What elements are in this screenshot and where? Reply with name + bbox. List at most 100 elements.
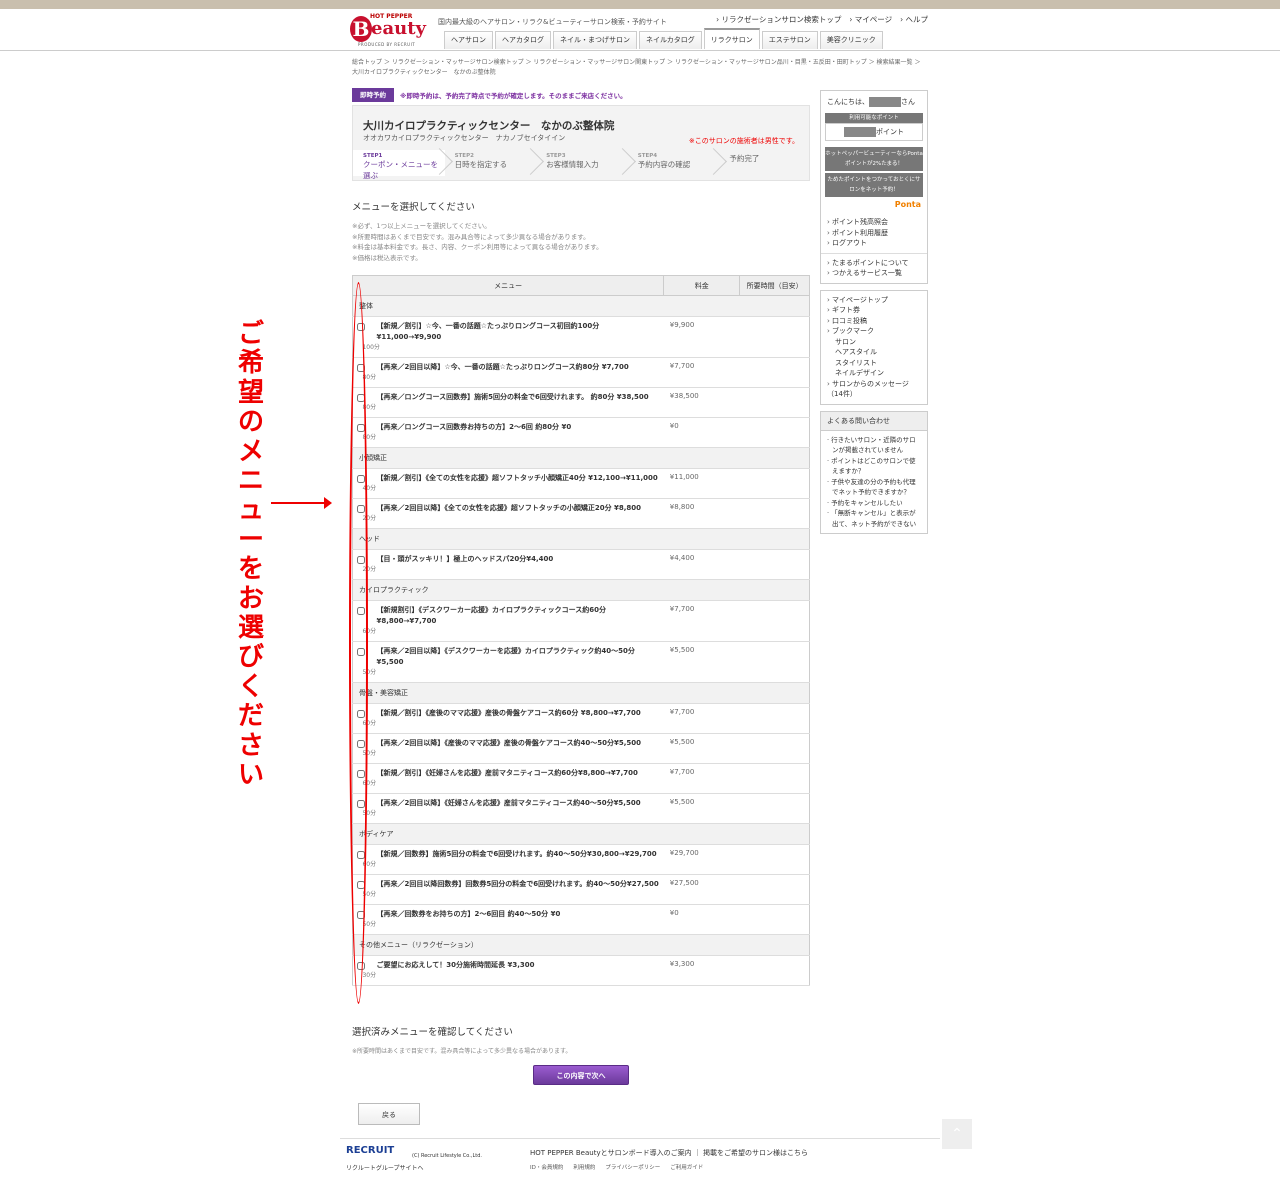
footer-link-3[interactable]: ご利用ガイド — [670, 1163, 703, 1171]
tab-3[interactable]: ネイルカタログ — [639, 31, 702, 49]
points-value: ポイント — [825, 123, 923, 141]
note-3: ※価格は税込表示です。 — [352, 253, 422, 262]
menu-price: ¥7,700 — [663, 763, 740, 795]
footer-main-links[interactable]: HOT PEPPER Beautyとサロンボード導入のご案内 ｜ 掲載をご希望の… — [530, 1148, 808, 1158]
site-header: HOT PEPPER B eauty PRODUCED BY RECRUIT 国… — [0, 9, 1280, 51]
tab-0[interactable]: ヘアサロン — [444, 31, 493, 49]
menu-name-cell: 【再来／2回目以降】《妊婦さんを応援》産前マタニティコース約40〜50分¥5,5… — [362, 793, 664, 825]
top-link-2[interactable]: ヘルプ — [900, 14, 929, 25]
faq-item-2[interactable]: 子供や友達の分の予約も代理でネット予約できますか？ — [827, 477, 921, 498]
menu-title[interactable]: 【新規／割引】《全ての女性を応援》超ソフトタッチ小顔矯正40分 ¥12,100→… — [376, 473, 659, 484]
menu-price: ¥4,400 — [663, 549, 740, 581]
menu-name-cell: 【新規／割引】☆今、一番の話題☆たっぷりロングコース初回約100分 ¥11,00… — [362, 316, 664, 359]
footer-link-2[interactable]: プライバシーポリシー — [605, 1163, 660, 1171]
menu-title[interactable]: 【再来／2回目以降】《妊婦さんを応援》産前マタニティコース約40〜50分¥5,5… — [376, 798, 659, 809]
top-link-1[interactable]: マイページ — [849, 14, 892, 25]
menu-title[interactable]: ご要望にお応えして！30分施術時間延長 ¥3,300 — [376, 960, 659, 971]
menu-price: ¥9,900 — [663, 316, 740, 359]
menu-title[interactable]: 【目・頭がスッキリ！】極上のヘッドスパ20分¥4,400 — [376, 554, 659, 565]
menu-title[interactable]: 【再来／回数券をお持ちの方】2〜6回目 約40〜50分 ¥0 — [376, 909, 659, 920]
mypage-link-0[interactable]: マイページトップ — [827, 295, 921, 306]
back-button[interactable]: 戻る — [358, 1103, 420, 1126]
menu-title[interactable]: 【再来／2回目以降】《デスクワーカーを応援》カイロプラクティック約40〜50分¥… — [376, 646, 659, 668]
footer-link-0[interactable]: ID・会員規約 — [530, 1163, 563, 1171]
bookmark-sub-0[interactable]: サロン — [827, 337, 921, 348]
table-row: 【再来／2回目以降】《デスクワーカーを応援》カイロプラクティック約40〜50分¥… — [352, 641, 810, 684]
menu-title[interactable]: 【新規／割引】《妊婦さんを応援》産前マタニティコース約60分¥8,800→¥7,… — [376, 768, 659, 779]
menu-duration — [739, 498, 810, 530]
faq-item-0[interactable]: 行きたいサロン・近隣のサロンが掲載されていません — [827, 435, 921, 456]
faq-item-3[interactable]: 予約をキャンセルしたい — [827, 498, 921, 509]
menu-price: ¥7,700 — [663, 357, 740, 389]
menu-name-cell: 【新規／割引】《全ての女性を応援》超ソフトタッチ小顔矯正40分 ¥12,100→… — [362, 468, 664, 500]
bookmark-sub-1[interactable]: ヘアスタイル — [827, 347, 921, 358]
messages-link[interactable]: サロンからのメッセージ（14件） — [827, 379, 921, 400]
mypage-link-1[interactable]: ギフト券 — [827, 305, 921, 316]
menu-duration — [739, 600, 810, 643]
menu-price: ¥5,500 — [663, 793, 740, 825]
menu-duration-inline: 60分 — [362, 720, 377, 728]
menu-title[interactable]: 【新規割引】《デスクワーカー応援》カイロプラクティックコース約60分¥8,800… — [376, 605, 659, 627]
tab-2[interactable]: ネイル・まつげサロン — [553, 31, 637, 49]
menu-duration-inline: 60分 — [362, 780, 377, 788]
bookmark-sub-3[interactable]: ネイルデザイン — [827, 368, 921, 379]
tab-5[interactable]: エステサロン — [761, 31, 818, 49]
sidebar-info-link-0[interactable]: たまるポイントについて — [827, 258, 921, 269]
next-button[interactable]: この内容で次へ — [533, 1065, 629, 1086]
menu-duration-inline: 50分 — [362, 750, 377, 758]
note-0: ※必ず、1つ以上メニューを選択してください。 — [352, 222, 491, 230]
menu-title[interactable]: 【新規／割引】《産後のママ応援》産後の骨盤ケアコース約60分 ¥8,800→¥7… — [376, 708, 659, 719]
tab-1[interactable]: ヘアカタログ — [495, 31, 551, 49]
recruit-logo[interactable]: RECRUIT — [346, 1145, 394, 1156]
ponta-banner-2[interactable]: ためたポイントをつかっておとくにサロンをネット予約！ — [825, 173, 923, 197]
menu-title[interactable]: 【再来／ロングコース回数券お持ちの方】2〜6回 約80分 ¥0 — [376, 422, 659, 433]
step-1: STEP1 クーポン・メニューを選ぶ — [353, 150, 445, 180]
menu-duration-inline: 20分 — [362, 515, 377, 523]
ponta-logo: Ponta — [894, 200, 921, 209]
menu-duration — [739, 904, 810, 936]
menu-title[interactable]: 【再来／2回目以降】《産後のママ応援》産後の骨盤ケアコース約40〜50分¥5,5… — [376, 738, 659, 749]
tagline: 国内最大級のヘアサロン・リラク&ビューティーサロン検索・予約サイト — [438, 18, 667, 26]
table-row: 【新規／回数券】施術5回分の料金で6回受けれます。約40〜50分¥30,800→… — [352, 844, 810, 876]
instant-text: ※即時予約は、予約完了時点で予約が確定します。そのままご来店ください。 — [400, 92, 627, 100]
sidebar-link-1[interactable]: ポイント利用履歴 — [827, 228, 921, 239]
menu-name-cell: 【目・頭がスッキリ！】極上のヘッドスパ20分¥4,400 20分 — [362, 549, 664, 581]
mypage-link-3[interactable]: ブックマーク — [827, 326, 921, 337]
menu-duration — [739, 468, 810, 500]
ponta-banner-1[interactable]: ホットペッパービューティーならPontaポイントが2%たまる！ — [825, 147, 923, 171]
menu-title[interactable]: 【新規／回数券】施術5回分の料金で6回受けれます。約40〜50分¥30,800→… — [376, 849, 659, 860]
faq-title: よくある問い合わせ — [821, 411, 927, 431]
copyright: (C) Recruit Lifestyle Co.,Ltd. — [412, 1153, 482, 1159]
top-links: リラクゼーションサロン検索トップマイページヘルプ — [716, 14, 929, 25]
salon-name: 大川カイロプラクティックセンター なかのぶ整体院 — [363, 120, 615, 132]
points-info-links: たまるポイントについてつかえるサービス一覧 — [821, 252, 927, 283]
menu-title[interactable]: 【再来／2回目以降回数券】回数券5回分の料金で6回受けれます。約40〜50分¥2… — [376, 879, 659, 890]
category-row: カイロプラクティック — [352, 579, 810, 602]
menu-title[interactable]: 【再来／2回目以降】☆今、一番の話題☆たっぷりロングコース約80分 ¥7,700 — [376, 362, 659, 373]
menu-title[interactable]: 【新規／割引】☆今、一番の話題☆たっぷりロングコース初回約100分 ¥11,00… — [376, 321, 659, 343]
menu-duration — [739, 357, 810, 389]
menu-duration-inline: 30分 — [362, 972, 377, 980]
bookmark-sub-2[interactable]: スタイリスト — [827, 358, 921, 369]
sidebar-info-link-1[interactable]: つかえるサービス一覧 — [827, 268, 921, 279]
menu-table: メニュー 料金 所要時間（目安） 整体 【新規／割引】☆今、一番の話題☆たっぷりロ… — [351, 275, 810, 987]
menu-price: ¥0 — [663, 904, 740, 936]
tab-4[interactable]: リラクサロン — [703, 28, 760, 49]
faq-item-4[interactable]: 「無断キャンセル」と表示が出て、ネット予約ができない — [827, 508, 921, 529]
footer-link-1[interactable]: 利用規約 — [573, 1163, 595, 1171]
faq-box: よくある問い合わせ 行きたいサロン・近隣のサロンが掲載されていませんポイントはど… — [820, 410, 928, 534]
mypage-link-2[interactable]: 口コミ投稿 — [827, 316, 921, 327]
top-link-0[interactable]: リラクゼーションサロン検索トップ — [716, 14, 842, 25]
sidebar-link-0[interactable]: ポイント残高照会 — [827, 217, 921, 228]
menu-title[interactable]: 【再来／2回目以降】《全ての女性を応援》超ソフトタッチの小顔矯正20分 ¥8,8… — [376, 503, 659, 514]
sidebar-link-2[interactable]: ログアウト — [827, 238, 921, 249]
step-label: クーポン・メニューを選ぶ — [363, 160, 438, 180]
menu-title[interactable]: 【再来／ロングコース回数券】施術5回分の料金で6回受けれます。 約80分 ¥38… — [376, 392, 659, 403]
hotpepper-beauty-logo[interactable]: HOT PEPPER B eauty PRODUCED BY RECRUIT — [350, 13, 428, 51]
scroll-to-top-button[interactable]: ⌃ — [942, 1119, 972, 1149]
group-link[interactable]: リクルートグループサイトへ — [346, 1163, 423, 1172]
menu-price: ¥8,800 — [663, 498, 740, 530]
faq-item-1[interactable]: ポイントはどこのサロンで使えますか？ — [827, 456, 921, 477]
table-row: 【再来／2回目以降】《産後のママ応援》産後の骨盤ケアコース約40〜50分¥5,5… — [352, 733, 810, 765]
tab-6[interactable]: 美容クリニック — [819, 31, 883, 49]
